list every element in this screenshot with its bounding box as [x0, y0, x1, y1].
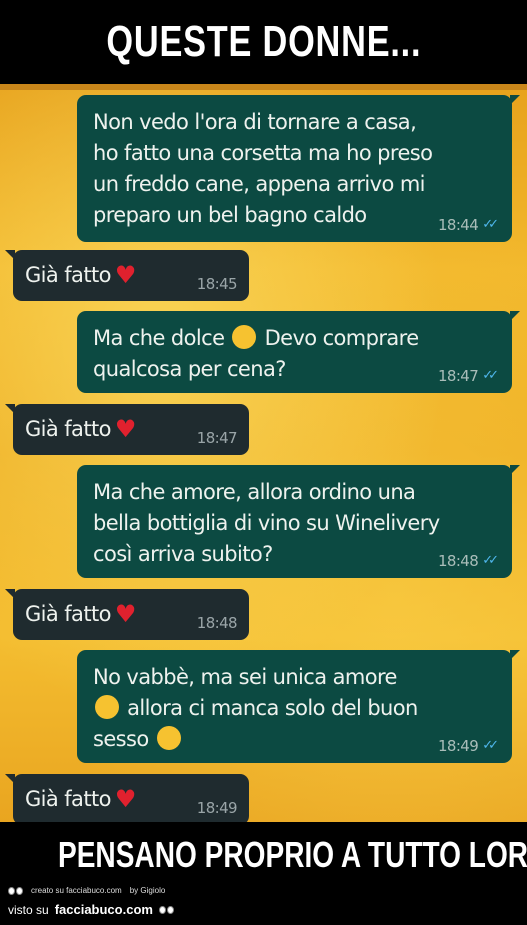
credit-created: creato su facciabuco.com: [31, 886, 122, 895]
message-meta: 18:48 ✓✓: [437, 552, 499, 570]
facciabuco-eyes-icon: [158, 905, 174, 914]
red-heart-icon: ♥: [114, 600, 137, 628]
heart-eyes-emoji-icon: [95, 695, 119, 719]
bubble-tail: [510, 311, 520, 321]
message-time: 18:47: [437, 367, 479, 385]
double-check-icon: ✓✓: [482, 368, 499, 383]
double-check-icon: ✓✓: [482, 553, 499, 568]
message-incoming: Già fatto ♥ 18:48: [5, 589, 249, 640]
message-meta: 18:49 ✓✓: [437, 737, 499, 755]
watermark-prefix: visto su: [8, 902, 49, 917]
message-text-part: Ma che dolce: [93, 326, 225, 350]
creator-credit: creato su facciabuco.com by Gigiolo: [8, 886, 165, 895]
message-time: 18:49: [437, 737, 479, 755]
message-incoming: Già fatto ♥ 18:49: [5, 774, 249, 822]
kiss-emoji-icon: [232, 325, 257, 349]
double-check-icon: ✓✓: [482, 217, 499, 232]
double-check-icon: ✓✓: [482, 738, 499, 753]
chat-top-strip: [0, 84, 527, 90]
message-time: 18:49: [196, 799, 238, 817]
red-heart-icon: ♥: [114, 785, 137, 813]
watermark-site: facciabuco.com: [54, 902, 153, 917]
message-outgoing: Non vedo l'ora di tornare a casa, ho fat…: [77, 95, 520, 242]
bubble-tail: [5, 589, 15, 599]
message-text-part: allora ci manca solo del buon: [127, 696, 418, 720]
message-text: Già fatto: [25, 263, 111, 287]
message-time: 18:48: [196, 614, 238, 632]
bottom-caption: PENSANO PROPRIO A TUTTO LORO !: [57, 834, 527, 875]
bubble-tail: [5, 404, 15, 414]
bubble-tail: [5, 774, 15, 784]
message-text: Già fatto: [25, 787, 111, 811]
message-time: 18:45: [196, 275, 238, 293]
message-text: Già fatto: [25, 602, 111, 626]
message-meta: 18:47: [196, 429, 238, 447]
red-heart-icon: ♥: [114, 261, 137, 289]
smirk-emoji-icon: [156, 726, 181, 750]
watermark: visto su facciabuco.com: [8, 902, 174, 917]
message-meta: 18:45: [196, 275, 238, 293]
facciabuco-eyes-icon: [8, 886, 23, 895]
message-meta: 18:44 ✓✓: [437, 216, 499, 234]
message-meta: 18:48: [196, 614, 238, 632]
message-outgoing: Ma che amore, allora ordino una bella bo…: [77, 465, 520, 578]
bubble-tail: [510, 465, 520, 475]
message-incoming: Già fatto ♥ 18:45: [5, 250, 249, 301]
meme-image: QUESTE DONNE... Non vedo l'ora di tornar…: [0, 0, 527, 925]
message-time: 18:44: [437, 216, 479, 234]
message-outgoing: Ma che dolce Devo comprare qualcosa per …: [77, 311, 520, 393]
top-caption-bar: QUESTE DONNE...: [0, 0, 527, 84]
top-caption: QUESTE DONNE...: [106, 17, 421, 66]
message-text-part: No vabbè, ma sei unica amore: [93, 665, 397, 689]
message-meta: 18:49: [196, 799, 238, 817]
message-text: Non vedo l'ora di tornare a casa, ho fat…: [93, 110, 433, 227]
message-time: 18:47: [196, 429, 238, 447]
message-outgoing: No vabbè, ma sei unica amore allora ci m…: [77, 650, 520, 763]
message-text-part: sesso: [93, 727, 149, 751]
bubble-tail: [5, 250, 15, 260]
message-time: 18:48: [437, 552, 479, 570]
message-meta: 18:47 ✓✓: [437, 367, 499, 385]
chat-screenshot: Non vedo l'ora di tornare a casa, ho fat…: [0, 84, 527, 822]
message-incoming: Già fatto ♥ 18:47: [5, 404, 249, 455]
red-heart-icon: ♥: [114, 415, 137, 443]
bubble-tail: [510, 650, 520, 660]
message-text: Ma che amore, allora ordino una bella bo…: [93, 480, 440, 566]
credit-by: by Gigiolo: [129, 886, 166, 895]
bubble-tail: [510, 95, 520, 105]
message-text: Già fatto: [25, 417, 111, 441]
